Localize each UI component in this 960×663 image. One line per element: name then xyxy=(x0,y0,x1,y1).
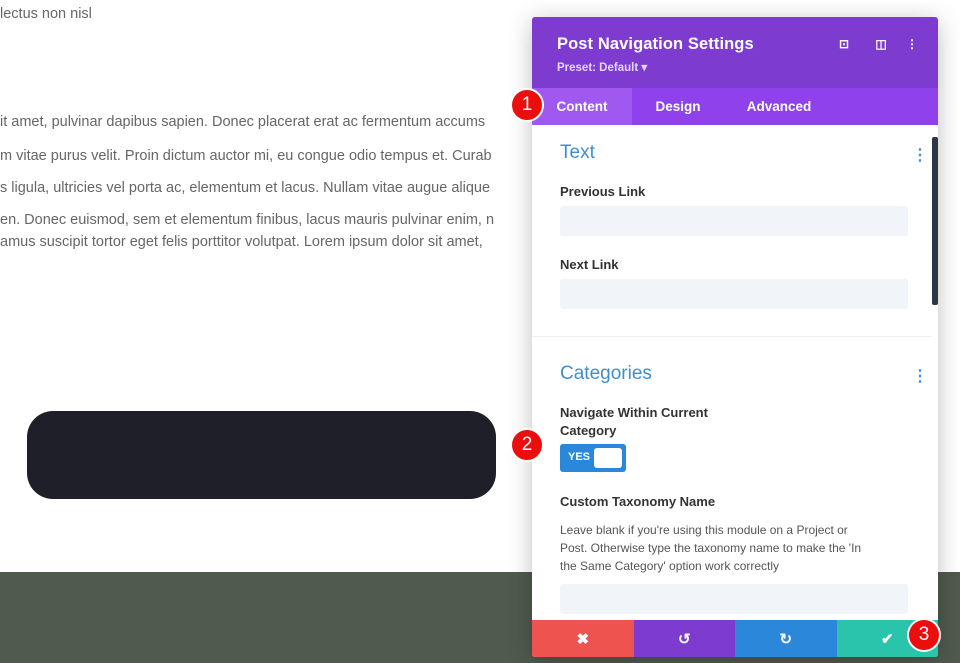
tab-design[interactable]: Design xyxy=(632,88,724,125)
body-line: amus suscipit tortor eget felis porttito… xyxy=(0,234,483,250)
previous-link-label: Previous Link xyxy=(560,184,646,199)
tab-content[interactable]: Content xyxy=(532,88,632,125)
section-title-text[interactable]: Text xyxy=(560,142,595,164)
section-divider xyxy=(532,336,932,337)
description-line: Leave blank if you're using this module … xyxy=(560,523,848,537)
panel-title: Post Navigation Settings xyxy=(557,35,754,53)
cancel-button[interactable]: ✖ xyxy=(532,620,634,657)
preset-dropdown[interactable]: Preset: Default ▾ xyxy=(557,60,647,74)
expand-icon[interactable]: ⊡ xyxy=(837,37,851,51)
section-title-categories[interactable]: Categories xyxy=(560,363,652,385)
post-navigation-module-preview[interactable] xyxy=(27,411,496,499)
navigate-category-label: Navigate Within Current xyxy=(560,405,708,420)
panel-body: Text ⋮ Previous Link Next Link Categorie… xyxy=(532,125,938,620)
previous-link-input[interactable] xyxy=(560,206,908,236)
split-view-icon[interactable]: ◫ xyxy=(874,37,888,51)
custom-taxonomy-description: Leave blank if you're using this module … xyxy=(560,521,900,575)
toggle-knob xyxy=(594,448,622,468)
section-more-icon[interactable]: ⋮ xyxy=(912,369,928,385)
navigate-category-label-line2: Category xyxy=(560,423,617,438)
post-navigation-settings-panel: Post Navigation Settings Preset: Default… xyxy=(532,17,938,657)
section-more-icon[interactable]: ⋮ xyxy=(912,148,928,164)
settings-tabs: Content Design Advanced xyxy=(532,88,938,125)
custom-taxonomy-input[interactable] xyxy=(560,584,908,614)
body-line: s ligula, ultricies vel porta ac, elemen… xyxy=(0,180,491,196)
callout-2: 2 xyxy=(510,428,544,462)
more-options-icon[interactable]: ⋮ xyxy=(905,37,919,51)
panel-action-bar: ✖ ↺ ↻ ✔ xyxy=(532,620,938,657)
next-link-label: Next Link xyxy=(560,257,619,272)
body-line: lectus non nisl xyxy=(0,6,92,22)
panel-header: Post Navigation Settings Preset: Default… xyxy=(532,17,938,88)
description-line: Post. Otherwise type the taxonomy name t… xyxy=(560,541,862,555)
callout-3: 3 xyxy=(907,618,941,652)
body-line: it amet, pulvinar dapibus sapien. Donec … xyxy=(0,114,486,130)
body-line: en. Donec euismod, sem et elementum fini… xyxy=(0,212,495,228)
undo-button[interactable]: ↺ xyxy=(633,620,735,657)
navigate-category-toggle[interactable]: YES xyxy=(560,444,626,472)
body-line: m vitae purus velit. Proin dictum auctor… xyxy=(0,148,492,164)
panel-scrollbar[interactable] xyxy=(932,137,938,305)
redo-button[interactable]: ↻ xyxy=(735,620,837,657)
next-link-input[interactable] xyxy=(560,279,908,309)
custom-taxonomy-label: Custom Taxonomy Name xyxy=(560,494,716,509)
description-line: the Same Category' option work correctly xyxy=(560,559,780,573)
tab-advanced[interactable]: Advanced xyxy=(724,88,834,125)
callout-1: 1 xyxy=(510,88,544,122)
toggle-label: YES xyxy=(568,451,591,463)
